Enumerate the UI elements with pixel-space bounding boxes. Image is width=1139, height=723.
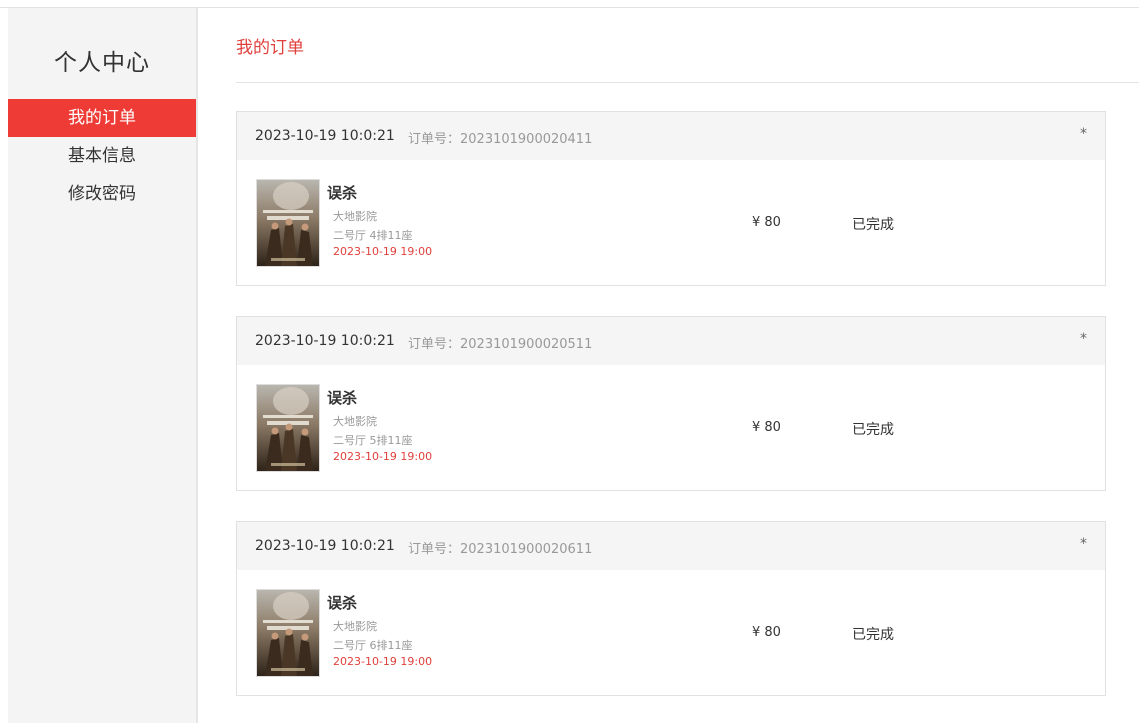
delete-order-icon[interactable]: * [1080, 331, 1087, 347]
movie-poster-image[interactable] [256, 179, 320, 267]
showtime: 2023-10-19 19:00 [333, 655, 433, 668]
delete-order-icon[interactable]: * [1080, 536, 1087, 552]
order-price: ¥ 80 [752, 625, 781, 640]
order-time: 2023-10-19 10:0:21 [255, 538, 395, 554]
movie-title[interactable]: 误杀 [327, 387, 357, 408]
order-time: 2023-10-19 10:0:21 [255, 128, 395, 144]
page-title: 我的订单 [236, 38, 304, 58]
order-header: 2023-10-19 10:0:21 订单号：2023101900020611 … [237, 522, 1105, 570]
order-time: 2023-10-19 10:0:21 [255, 333, 395, 349]
order-price: ¥ 80 [752, 420, 781, 435]
movie-title[interactable]: 误杀 [327, 592, 357, 613]
order-body: 误杀 大地影院 二号厅 5排11座 2023-10-19 19:00 ¥ 80 … [237, 365, 1105, 491]
order-header: 2023-10-19 10:0:21 订单号：2023101900020511 … [237, 317, 1105, 365]
sidebar-menu: 我的订单 基本信息 修改密码 [8, 99, 196, 213]
delete-order-icon[interactable]: * [1080, 126, 1087, 142]
order-card: 2023-10-19 10:0:21 订单号：2023101900020411 … [236, 111, 1106, 286]
cinema-name: 大地影院 [333, 620, 377, 633]
seat-info: 二号厅 4排11座 [333, 229, 413, 242]
order-card: 2023-10-19 10:0:21 订单号：2023101900020611 … [236, 521, 1106, 696]
order-status: 已完成 [852, 627, 894, 643]
order-price: ¥ 80 [752, 215, 781, 230]
sidebar-item-my-orders[interactable]: 我的订单 [8, 99, 196, 137]
order-body: 误杀 大地影院 二号厅 6排11座 2023-10-19 19:00 ¥ 80 … [237, 570, 1105, 696]
order-status: 已完成 [852, 217, 894, 233]
sidebar: 个人中心 我的订单 基本信息 修改密码 [8, 8, 198, 723]
order-body: 误杀 大地影院 二号厅 4排11座 2023-10-19 19:00 ¥ 80 … [237, 160, 1105, 286]
movie-poster-image[interactable] [256, 589, 320, 677]
seat-info: 二号厅 6排11座 [333, 639, 413, 652]
order-card: 2023-10-19 10:0:21 订单号：2023101900020511 … [236, 316, 1106, 491]
movie-title[interactable]: 误杀 [327, 182, 357, 203]
order-header: 2023-10-19 10:0:21 订单号：2023101900020411 … [237, 112, 1105, 160]
order-number: 订单号：2023101900020611 [408, 542, 593, 557]
order-number: 订单号：2023101900020511 [408, 337, 593, 352]
showtime: 2023-10-19 19:00 [333, 245, 433, 258]
movie-poster-image[interactable] [256, 384, 320, 472]
showtime: 2023-10-19 19:00 [333, 450, 433, 463]
order-status: 已完成 [852, 422, 894, 438]
order-number: 订单号：2023101900020411 [408, 132, 593, 147]
cinema-name: 大地影院 [333, 415, 377, 428]
title-divider [236, 82, 1139, 83]
sidebar-title: 个人中心 [54, 50, 150, 76]
cinema-name: 大地影院 [333, 210, 377, 223]
sidebar-item-basic-info[interactable]: 基本信息 [8, 137, 196, 175]
seat-info: 二号厅 5排11座 [333, 434, 413, 447]
sidebar-item-change-password[interactable]: 修改密码 [8, 175, 196, 213]
